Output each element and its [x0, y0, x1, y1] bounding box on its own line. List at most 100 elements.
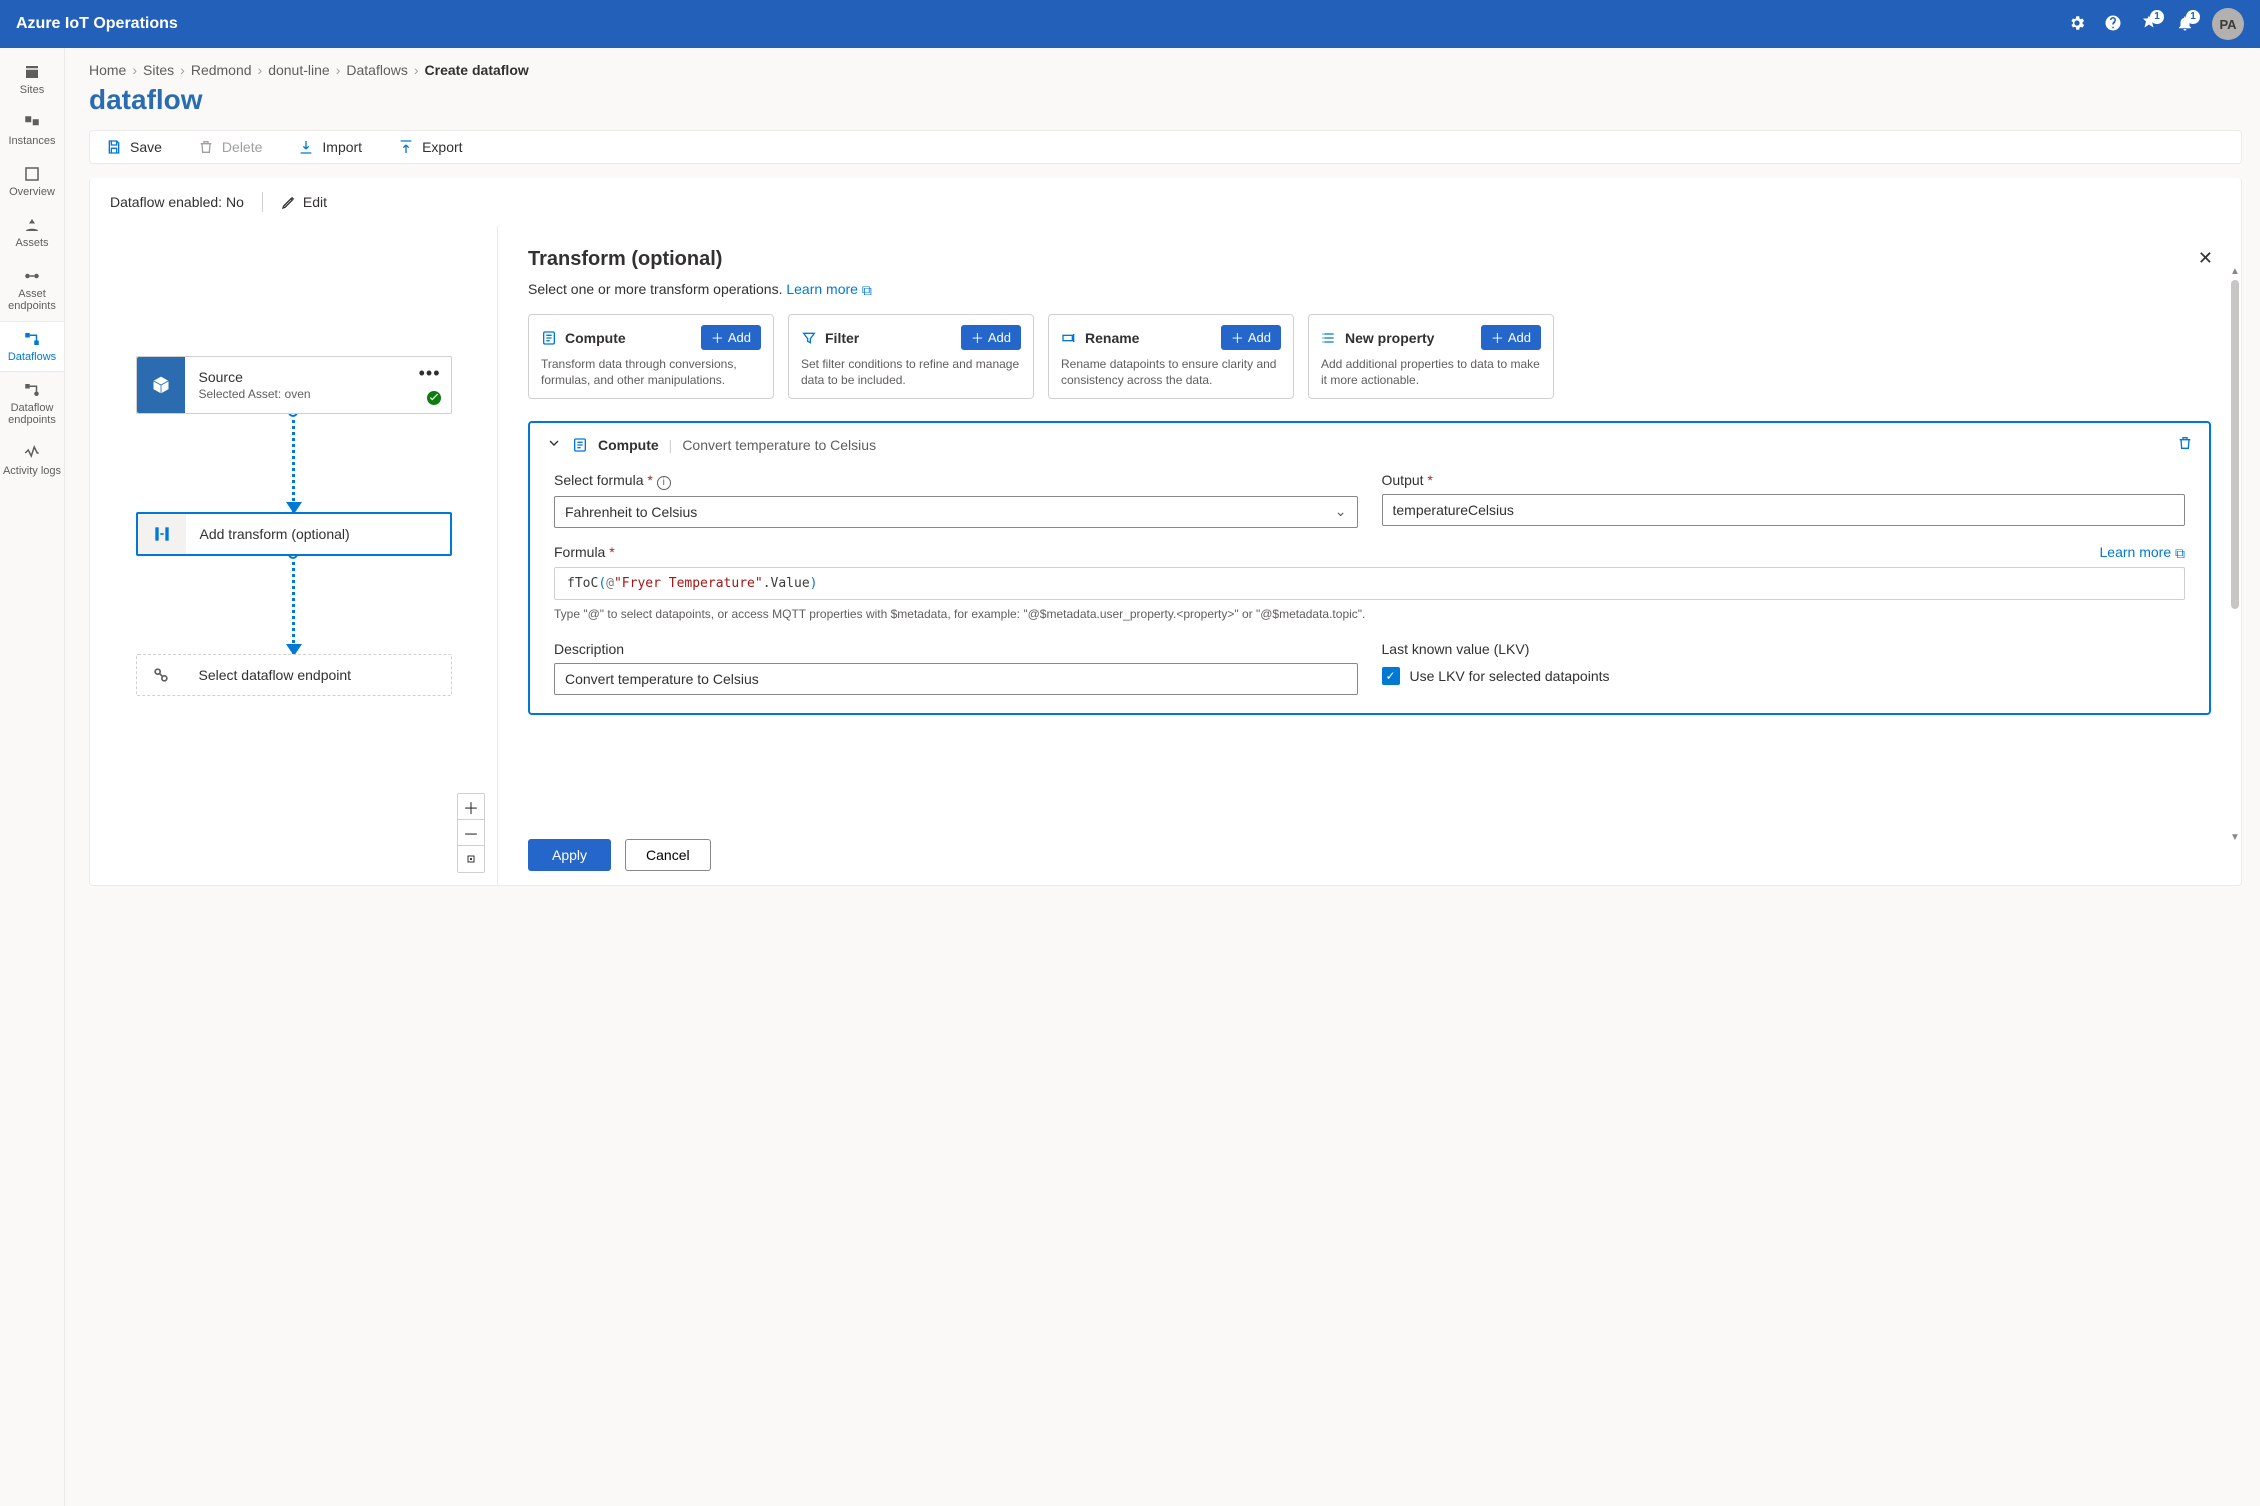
app-title: Azure IoT Operations — [16, 15, 178, 33]
nav-label: Dataflows — [8, 351, 56, 363]
op-card-rename: Rename ＋ Add Rename datapoints to ensure… — [1048, 314, 1294, 399]
nav-label: Assets — [15, 237, 48, 249]
notification2-badge: 1 — [2186, 10, 2200, 24]
transform-node[interactable]: Add transform (optional) — [136, 512, 452, 556]
activity-logs-icon — [23, 444, 41, 462]
add-rename-button[interactable]: ＋ Add — [1221, 325, 1281, 350]
flow-canvas[interactable]: Source Selected Asset: oven ••• Add tran… — [90, 226, 498, 885]
zoom-out-button[interactable]: － — [458, 820, 484, 846]
formula-label: Formula * — [554, 544, 615, 560]
external-link-icon: ⧉ — [862, 282, 872, 299]
formula-input[interactable]: fToC(@"Fryer Temperature".Value) — [554, 567, 2185, 600]
select-formula-dropdown[interactable]: Fahrenheit to Celsius ⌄ — [554, 496, 1358, 528]
op-desc: Transform data through conversions, form… — [541, 356, 761, 388]
op-card-filter: Filter ＋ Add Set filter conditions to re… — [788, 314, 1034, 399]
node-title: Select dataflow endpoint — [199, 667, 437, 683]
info-icon[interactable]: i — [657, 476, 671, 490]
instances-icon — [23, 114, 41, 132]
add-compute-button[interactable]: ＋ Add — [701, 325, 761, 350]
node-more-button[interactable]: ••• — [419, 363, 441, 384]
avatar[interactable]: PA — [2212, 8, 2244, 40]
add-newprop-button[interactable]: ＋ Add — [1481, 325, 1541, 350]
nav-assets[interactable]: Assets — [0, 207, 64, 258]
connector — [292, 555, 295, 655]
divider — [262, 192, 263, 212]
help-button[interactable] — [2104, 14, 2122, 35]
overview-icon — [23, 165, 41, 183]
toolbar-label: Save — [130, 139, 162, 155]
panel-title: Transform (optional) — [528, 248, 2211, 271]
assets-icon — [23, 216, 41, 234]
nav-dataflow-endpoints[interactable]: Dataflow endpoints — [0, 372, 64, 435]
op-desc: Add additional properties to data to mak… — [1321, 356, 1541, 388]
compute-config-block: Compute | Convert temperature to Celsius… — [528, 421, 2211, 714]
nav-label: Sites — [20, 84, 44, 96]
zoom-in-button[interactable]: ＋ — [458, 794, 484, 820]
block-name: Convert temperature to Celsius — [682, 437, 876, 453]
breadcrumb-item[interactable]: Home — [89, 62, 126, 78]
add-filter-button[interactable]: ＋ Add — [961, 325, 1021, 350]
cancel-button[interactable]: Cancel — [625, 839, 711, 871]
scrollbar[interactable]: ▲ ▼ — [2231, 280, 2239, 829]
op-desc: Rename datapoints to ensure clarity and … — [1061, 356, 1281, 388]
chevron-down-icon: ⌄ — [1335, 503, 1347, 520]
breadcrumb-item[interactable]: Dataflows — [346, 62, 407, 78]
output-label: Output * — [1382, 472, 2186, 488]
breadcrumb-item[interactable]: Redmond — [191, 62, 252, 78]
import-button[interactable]: Import — [298, 139, 362, 155]
scroll-up-icon: ▲ — [2230, 266, 2240, 277]
rename-icon — [1061, 330, 1077, 346]
block-type-label: Compute — [598, 437, 659, 453]
node-title: Add transform (optional) — [200, 526, 350, 542]
breadcrumb-current: Create dataflow — [425, 62, 529, 78]
notification1-button[interactable]: 1 — [2140, 14, 2158, 35]
zoom-fit-button[interactable] — [458, 846, 484, 872]
settings-button[interactable] — [2068, 14, 2086, 35]
chevron-down-icon — [546, 435, 562, 451]
nav-dataflows[interactable]: Dataflows — [0, 321, 64, 372]
scroll-thumb[interactable] — [2231, 280, 2239, 609]
export-button[interactable]: Export — [398, 139, 462, 155]
transform-panel: ✕ Transform (optional) Select one or mor… — [498, 226, 2241, 885]
delete-button: Delete — [198, 139, 262, 155]
delete-icon — [198, 139, 214, 155]
op-desc: Set filter conditions to refine and mana… — [801, 356, 1021, 388]
nav-asset-endpoints[interactable]: Asset endpoints — [0, 258, 64, 321]
nav-sites[interactable]: Sites — [0, 54, 64, 105]
select-value: Fahrenheit to Celsius — [565, 504, 697, 520]
save-icon — [106, 139, 122, 155]
lkv-label: Last known value (LKV) — [1382, 641, 2186, 657]
save-button[interactable]: Save — [106, 139, 162, 155]
close-button[interactable]: ✕ — [2198, 248, 2213, 269]
nav-activity-logs[interactable]: Activity logs — [0, 435, 64, 486]
side-nav: Sites Instances Overview Assets Asset en… — [0, 48, 65, 1506]
output-input[interactable] — [1382, 494, 2186, 526]
breadcrumb-item[interactable]: donut-line — [268, 62, 330, 78]
op-card-compute: Compute ＋ Add Transform data through con… — [528, 314, 774, 399]
breadcrumb-item[interactable]: Sites — [143, 62, 174, 78]
op-title: Compute — [565, 330, 693, 346]
apply-button[interactable]: Apply — [528, 839, 611, 871]
nav-label: Activity logs — [3, 465, 61, 477]
zoom-controls: ＋ － — [457, 793, 485, 873]
learn-more-link[interactable]: Learn more ⧉ — [786, 281, 871, 297]
description-input[interactable] — [554, 663, 1358, 695]
delete-block-button[interactable] — [2177, 435, 2193, 454]
source-node[interactable]: Source Selected Asset: oven ••• — [136, 356, 452, 414]
edit-button[interactable]: Edit — [281, 194, 327, 210]
app-header: Azure IoT Operations 1 1 PA — [0, 0, 2260, 48]
lkv-checkbox-label: Use LKV for selected datapoints — [1410, 668, 1610, 684]
collapse-button[interactable] — [546, 435, 562, 454]
toolbar-label: Delete — [222, 139, 262, 155]
toolbar-label: Import — [322, 139, 362, 155]
nav-overview[interactable]: Overview — [0, 156, 64, 207]
trash-icon — [2177, 435, 2193, 451]
external-link-icon: ⧉ — [2175, 545, 2185, 562]
formula-learn-more-link[interactable]: Learn more ⧉ — [2100, 544, 2185, 561]
lkv-checkbox[interactable]: ✓ — [1382, 667, 1400, 685]
enabled-bar: Dataflow enabled: No Edit — [89, 178, 2242, 226]
nav-label: Dataflow endpoints — [2, 402, 62, 426]
nav-instances[interactable]: Instances — [0, 105, 64, 156]
notification2-button[interactable]: 1 — [2176, 14, 2194, 35]
endpoint-node[interactable]: Select dataflow endpoint — [136, 654, 452, 696]
